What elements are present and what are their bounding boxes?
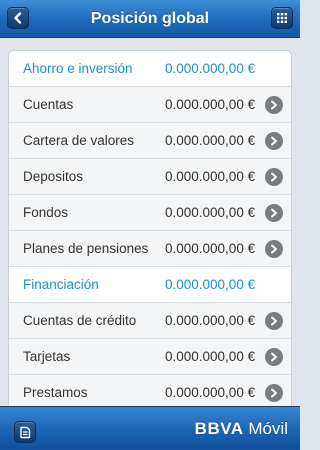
- chevron-right-circle-icon[interactable]: [265, 348, 283, 366]
- section-row-financing[interactable]: Financiación 0.000.000,00 €: [9, 267, 291, 303]
- list-item-cuentas-credito[interactable]: Cuentas de crédito 0.000.000,00 €: [9, 303, 291, 339]
- back-button[interactable]: [7, 7, 29, 29]
- section-row-savings[interactable]: Ahorro e inversión 0.000.000,00 €: [9, 51, 291, 87]
- page-title: Posición global: [90, 9, 210, 27]
- brand-product: Móvil: [243, 419, 288, 438]
- row-amount: 0.000.000,00 €: [165, 169, 256, 184]
- row-label: Financiación: [23, 277, 99, 292]
- chevron-right-circle-icon[interactable]: [265, 132, 283, 150]
- list-item-prestamos[interactable]: Prestamos 0.000.000,00 €: [9, 375, 291, 406]
- row-amount: 0.000.000,00 €: [165, 385, 256, 400]
- row-label: Cuentas de crédito: [23, 313, 137, 328]
- row-label: Fondos: [23, 205, 69, 220]
- row-amount: 0.000.000,00 €: [165, 61, 256, 76]
- chevron-right-circle-icon[interactable]: [265, 204, 283, 222]
- list-item-cuentas[interactable]: Cuentas 0.000.000,00 €: [9, 87, 291, 123]
- position-list: Ahorro e inversión 0.000.000,00 € Cuenta…: [8, 50, 292, 406]
- row-label: Ahorro e inversión: [23, 61, 133, 76]
- chevron-right-circle-icon[interactable]: [265, 96, 283, 114]
- row-amount: 0.000.000,00 €: [165, 313, 256, 328]
- row-amount: 0.000.000,00 €: [165, 277, 256, 292]
- document-icon: [20, 426, 31, 438]
- list-item-planes-pensiones[interactable]: Planes de pensiones 0.000.000,00 €: [9, 231, 291, 267]
- documents-button[interactable]: [14, 421, 36, 443]
- row-amount: 0.000.000,00 €: [165, 97, 256, 112]
- row-label: Depositos: [23, 169, 84, 184]
- row-label: Tarjetas: [23, 349, 71, 364]
- row-amount: 0.000.000,00 €: [165, 133, 256, 148]
- row-label: Prestamos: [23, 385, 88, 400]
- chevron-right-circle-icon[interactable]: [265, 312, 283, 330]
- row-amount: 0.000.000,00 €: [165, 349, 256, 364]
- row-label: Cartera de valores: [23, 133, 135, 148]
- list-item-cartera[interactable]: Cartera de valores 0.000.000,00 €: [9, 123, 291, 159]
- brand-logo: BBVA Móvil: [195, 419, 288, 439]
- chevron-right-circle-icon[interactable]: [265, 168, 283, 186]
- row-amount: 0.000.000,00 €: [165, 241, 256, 256]
- chevron-left-icon: [14, 12, 22, 24]
- brand-name: BBVA: [194, 419, 244, 438]
- bottom-bar: BBVA Móvil: [0, 406, 300, 450]
- top-bar: Posición global: [0, 0, 300, 38]
- list-item-tarjetas[interactable]: Tarjetas 0.000.000,00 €: [9, 339, 291, 375]
- list-item-depositos[interactable]: Depositos 0.000.000,00 €: [9, 159, 291, 195]
- chevron-right-circle-icon[interactable]: [265, 384, 283, 402]
- row-amount: 0.000.000,00 €: [165, 205, 256, 220]
- grid-icon: [277, 13, 287, 23]
- row-label: Planes de pensiones: [23, 241, 149, 256]
- chevron-right-circle-icon[interactable]: [265, 240, 283, 258]
- row-label: Cuentas: [23, 97, 74, 112]
- list-item-fondos[interactable]: Fondos 0.000.000,00 €: [9, 195, 291, 231]
- menu-button[interactable]: [271, 7, 293, 29]
